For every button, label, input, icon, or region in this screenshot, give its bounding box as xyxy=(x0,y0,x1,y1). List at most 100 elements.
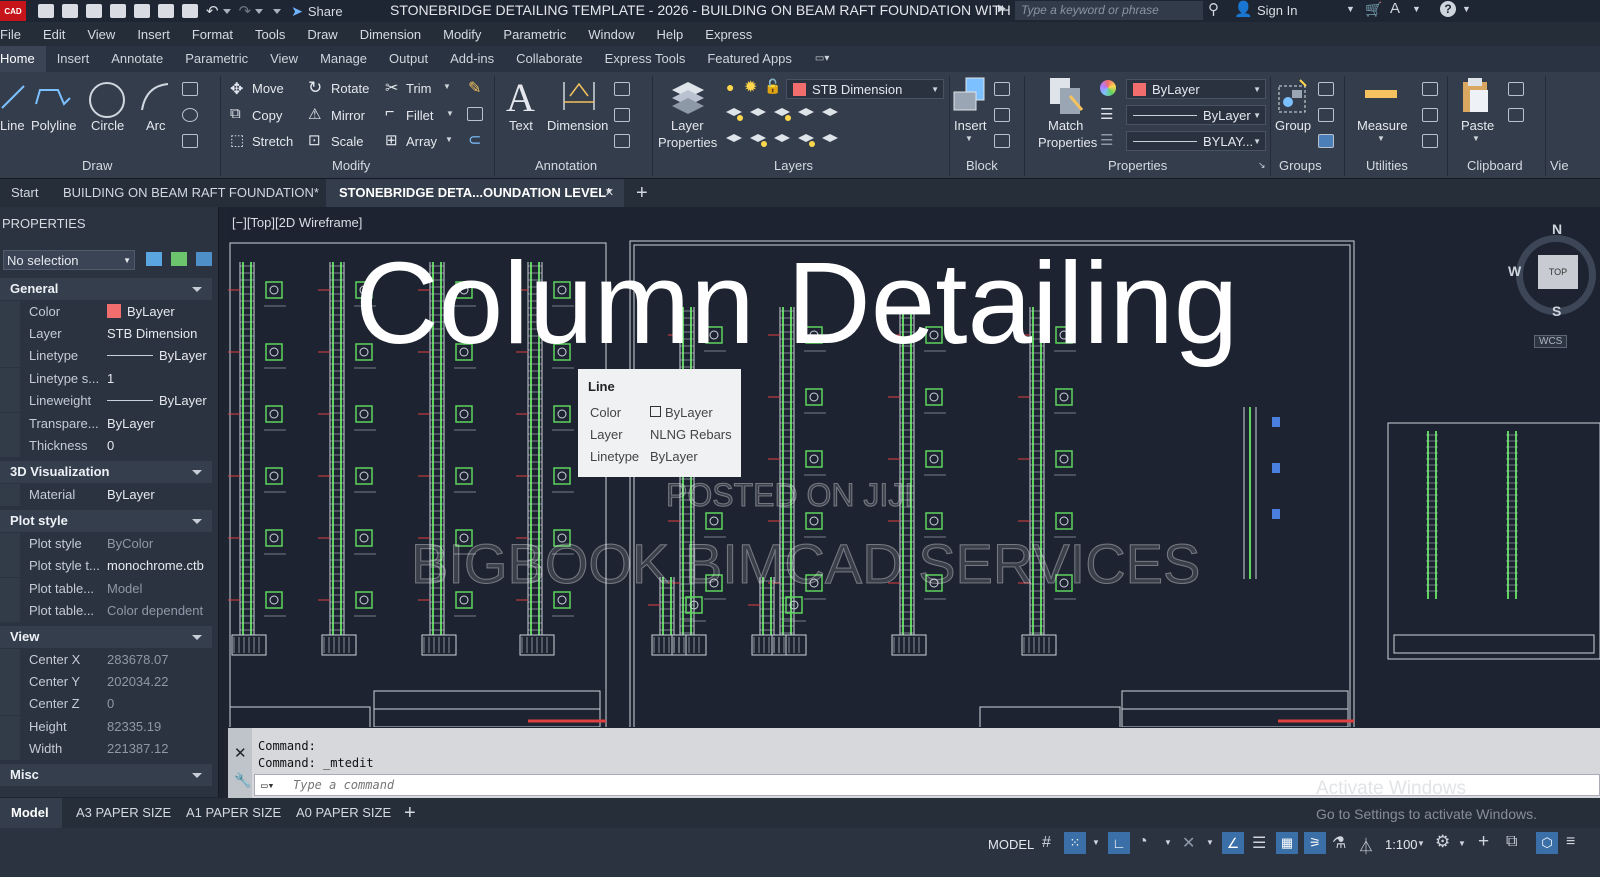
prop-height[interactable]: Height 82335.19 xyxy=(0,716,212,738)
selection-dropdown[interactable]: No selection ▼ xyxy=(3,250,135,270)
line-tool-button[interactable]: Line xyxy=(0,118,25,133)
redo-icon[interactable]: ↷ xyxy=(239,2,252,20)
section-view[interactable]: View xyxy=(0,626,212,648)
annotation-monitor-icon[interactable]: + xyxy=(1478,831,1489,853)
annotation-scale-value[interactable]: 1:100 xyxy=(1385,837,1418,852)
move-icon[interactable]: ✥ xyxy=(230,79,243,99)
layer-dropdown[interactable]: STB Dimension ▼ xyxy=(786,79,944,99)
copy-icon[interactable]: ⧉ xyxy=(230,105,241,122)
model-space-button[interactable]: MODEL xyxy=(988,837,1034,852)
new-tab-icon[interactable]: + xyxy=(636,179,648,207)
menu-parametric[interactable]: Parametric xyxy=(503,27,566,42)
ribbon-tab-express-tools[interactable]: Express Tools xyxy=(594,46,697,72)
section-3d-visualization[interactable]: 3D Visualization xyxy=(0,461,212,483)
autodesk-a360-icon[interactable]: A xyxy=(1390,0,1400,17)
prop-plot-style-table[interactable]: Plot style t... monochrome.ctb xyxy=(0,555,212,577)
block-attribute-icon[interactable] xyxy=(994,134,1010,148)
array-caret-icon[interactable]: ▼ xyxy=(445,135,453,144)
layout-tab-a3[interactable]: A3 PAPER SIZE xyxy=(76,798,171,828)
leader-icon[interactable] xyxy=(614,108,630,122)
table-icon[interactable] xyxy=(614,134,630,148)
text-icon[interactable]: A xyxy=(506,74,535,121)
selection-cycling-icon[interactable]: ⚞ xyxy=(1304,832,1326,854)
isolate-objects-icon[interactable]: ⧉ xyxy=(1506,833,1517,851)
copy-clip-icon[interactable] xyxy=(1508,108,1524,122)
prop-center-x[interactable]: Center X 283678.07 xyxy=(0,649,212,671)
hatch-icon[interactable] xyxy=(182,134,198,148)
compass-west[interactable]: W xyxy=(1508,263,1521,279)
save-icon[interactable] xyxy=(86,4,102,18)
close-tab-icon[interactable]: × xyxy=(605,179,614,207)
customize-quick-access-icon[interactable] xyxy=(273,8,282,14)
transparency-icon[interactable]: ▦ xyxy=(1276,832,1298,854)
offset-icon[interactable]: ⊂ xyxy=(468,130,481,150)
trim-caret-icon[interactable]: ▼ xyxy=(443,82,451,91)
annotation-visibility-icon[interactable]: ⚗ xyxy=(1332,833,1346,853)
lineweight-dropdown[interactable]: BYLAY... ▼ xyxy=(1126,131,1266,151)
clipboard-panel-title[interactable]: Clipboard xyxy=(1467,158,1523,173)
section-misc[interactable]: Misc xyxy=(0,764,212,786)
isodraft-icon[interactable]: ✕ xyxy=(1182,833,1195,853)
prop-center-y[interactable]: Center Y 202034.22 xyxy=(0,671,212,693)
trim-icon[interactable]: ✂ xyxy=(385,78,398,98)
rotate-icon[interactable]: ↻ xyxy=(308,78,322,98)
paste-button[interactable]: Paste xyxy=(1461,118,1494,133)
prop-plot-style[interactable]: Plot style ByColor xyxy=(0,533,212,555)
match-properties-button[interactable]: Match xyxy=(1048,118,1083,133)
stretch-icon[interactable]: ⬚ xyxy=(230,131,244,149)
command-recent-icon[interactable]: ▭▾ xyxy=(261,779,274,792)
draw-panel-title[interactable]: Draw xyxy=(82,158,112,173)
redo-caret-icon[interactable] xyxy=(255,8,264,14)
rectangle-icon[interactable] xyxy=(182,82,198,96)
search-input[interactable]: Type a keyword or phrase xyxy=(1015,1,1203,20)
start-tab[interactable]: Start xyxy=(11,179,38,207)
linear-dim-icon[interactable] xyxy=(614,82,630,96)
ungroup-icon[interactable] xyxy=(1318,82,1334,96)
plot-icon[interactable] xyxy=(182,4,198,18)
menu-modify[interactable]: Modify xyxy=(443,27,481,42)
array-icon[interactable]: ⊞ xyxy=(385,131,398,149)
export-icon[interactable] xyxy=(158,4,174,18)
modify-panel-title[interactable]: Modify xyxy=(332,158,370,173)
match-properties-icon[interactable] xyxy=(1048,76,1084,116)
group-edit-icon[interactable] xyxy=(1318,108,1334,122)
properties-launcher-icon[interactable]: ↘ xyxy=(1258,160,1266,171)
ellipse-icon[interactable] xyxy=(182,108,198,122)
snap-icon[interactable]: ⁙ xyxy=(1064,832,1086,854)
scale-button[interactable]: Scale xyxy=(331,134,364,149)
measure-button[interactable]: Measure xyxy=(1357,118,1408,133)
rotate-button[interactable]: Rotate xyxy=(331,81,369,96)
close-command-icon[interactable]: ✕ xyxy=(234,744,247,762)
menu-draw[interactable]: Draw xyxy=(307,27,337,42)
group-button[interactable]: Group xyxy=(1275,118,1311,133)
stretch-button[interactable]: Stretch xyxy=(252,134,293,149)
block-panel-title[interactable]: Block xyxy=(966,158,998,173)
compass-south[interactable]: S xyxy=(1552,303,1561,319)
color-wheel-icon[interactable] xyxy=(1100,80,1116,96)
trim-button[interactable]: Trim xyxy=(406,81,432,96)
text-button[interactable]: Text xyxy=(509,118,533,133)
prop-linetype-scale[interactable]: Linetype s... 1 xyxy=(0,368,212,390)
ribbon-tab-home[interactable]: Home xyxy=(0,46,46,72)
prop-plot-table-type[interactable]: Plot table... Color dependent xyxy=(0,600,212,622)
linetype-dropdown[interactable]: ByLayer ▼ xyxy=(1126,105,1266,125)
paste-caret-icon[interactable]: ▼ xyxy=(1472,134,1480,143)
color-dropdown[interactable]: ByLayer ▼ xyxy=(1126,79,1266,99)
insert-caret-icon[interactable]: ▼ xyxy=(965,134,973,143)
sign-in-caret-icon[interactable]: ▼ xyxy=(1346,4,1355,14)
linetype-list-icon[interactable]: ☰ xyxy=(1100,105,1113,123)
undo-icon[interactable]: ↶ xyxy=(206,2,219,20)
viewport-controls[interactable]: [−][Top][2D Wireframe] xyxy=(232,215,362,230)
workspace-caret-icon[interactable]: ▼ xyxy=(1458,839,1466,848)
annotation-scale-icon[interactable]: ⏃ xyxy=(1358,833,1374,857)
wcs-menu[interactable]: WCS xyxy=(1534,335,1568,348)
properties-panel-title[interactable]: Properties xyxy=(1108,158,1167,173)
hardware-acceleration-icon[interactable]: ⬡ xyxy=(1536,832,1558,854)
menu-format[interactable]: Format xyxy=(192,27,233,42)
ribbon-tab-insert[interactable]: Insert xyxy=(46,46,101,72)
viewcube[interactable]: N W S TOP WCS xyxy=(1508,221,1600,348)
ortho-icon[interactable]: ∟ xyxy=(1108,832,1130,854)
scale-icon[interactable]: ⊡ xyxy=(308,131,321,149)
open-file-icon[interactable] xyxy=(62,4,78,18)
layer-tools-icons[interactable] xyxy=(722,104,846,154)
